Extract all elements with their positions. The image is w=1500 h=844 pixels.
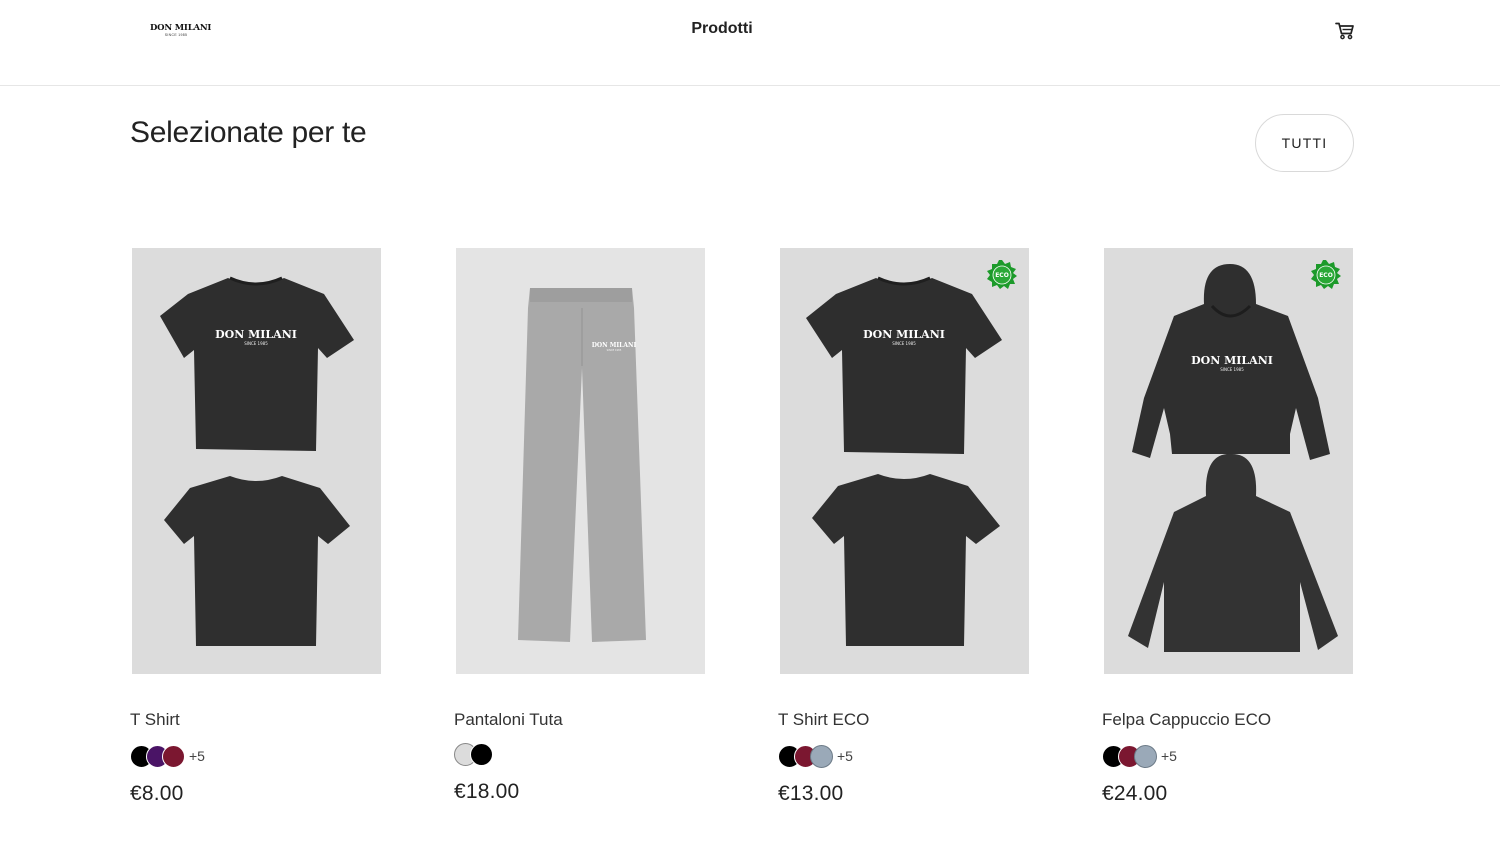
view-all-button[interactable]: TUTTI [1255,114,1354,172]
product-image[interactable]: DON MILANI SINCE 1985 ECO [1104,248,1353,674]
color-swatch-burgundy[interactable] [162,744,185,768]
color-swatch-blue-grey[interactable] [810,744,833,768]
eco-badge-icon: ECO [1311,260,1341,289]
product-price: €13.00 [778,782,844,805]
cart-icon [1335,22,1354,40]
product-card-pantaloni-tuta[interactable]: DON MILANI SINCE 1985 Pantaloni Tuta €18… [454,248,708,803]
more-colors-count[interactable]: +5 [837,748,853,764]
tshirt-front-back-image: DON MILANI SINCE 1985 [132,248,381,674]
product-card-t-shirt[interactable]: DON MILANI SINCE 1985 T Shirt +5 €8.00 [130,248,384,805]
hoodie-eco-front-back-image: DON MILANI SINCE 1985 [1104,248,1353,674]
top-navigation-bar: DON MILANI SINCE 1985 Prodotti [0,0,1500,86]
product-price: €18.00 [454,780,520,803]
product-name[interactable]: Pantaloni Tuta [454,710,563,730]
print-text: DON MILANI [863,328,945,341]
cart-button[interactable] [1332,18,1358,44]
section-title: Selezionate per te [130,116,367,149]
color-swatches: +5 [778,744,853,768]
product-price: €8.00 [130,782,184,805]
color-swatch-black[interactable] [470,742,493,766]
svg-text:ECO: ECO [995,272,1009,279]
nav-products-link[interactable]: Prodotti [650,20,794,38]
color-swatches [454,742,493,766]
svg-text:ECO: ECO [1319,272,1333,279]
print-subtext: SINCE 1985 [244,341,268,346]
brand-logo[interactable]: DON MILANI SINCE 1985 [150,23,212,37]
print-text: DON MILANI [1191,354,1273,367]
more-colors-count[interactable]: +5 [189,748,205,764]
more-colors-count[interactable]: +5 [1161,748,1177,764]
product-name[interactable]: Felpa Cappuccio ECO [1102,710,1271,730]
print-subtext: SINCE 1985 [892,341,916,346]
logo-subtext: SINCE 1985 [164,32,188,37]
eco-badge-icon: ECO [987,260,1017,289]
print-text: DON MILANI [215,328,297,341]
logo-text: DON MILANI [150,23,212,33]
color-swatches: +5 [1102,744,1177,768]
sweatpants-image: DON MILANI SINCE 1985 [456,248,705,674]
product-image[interactable]: DON MILANI SINCE 1985 [456,248,705,674]
product-name[interactable]: T Shirt ECO [778,710,869,730]
product-name[interactable]: T Shirt [130,710,180,730]
print-text: DON MILANI [592,342,637,349]
print-subtext: SINCE 1985 [607,348,622,352]
product-card-felpa-cappuccio-eco[interactable]: DON MILANI SINCE 1985 ECO Felpa Cappucci… [1102,248,1356,805]
tshirt-eco-front-back-image: DON MILANI SINCE 1985 [780,248,1029,674]
product-image[interactable]: DON MILANI SINCE 1985 ECO [780,248,1029,674]
product-image[interactable]: DON MILANI SINCE 1985 [132,248,381,674]
print-subtext: SINCE 1985 [1220,367,1244,372]
product-price: €24.00 [1102,782,1168,805]
color-swatches: +5 [130,744,205,768]
product-card-t-shirt-eco[interactable]: DON MILANI SINCE 1985 ECO T Shirt ECO +5… [778,248,1032,805]
color-swatch-blue-grey[interactable] [1134,744,1157,768]
